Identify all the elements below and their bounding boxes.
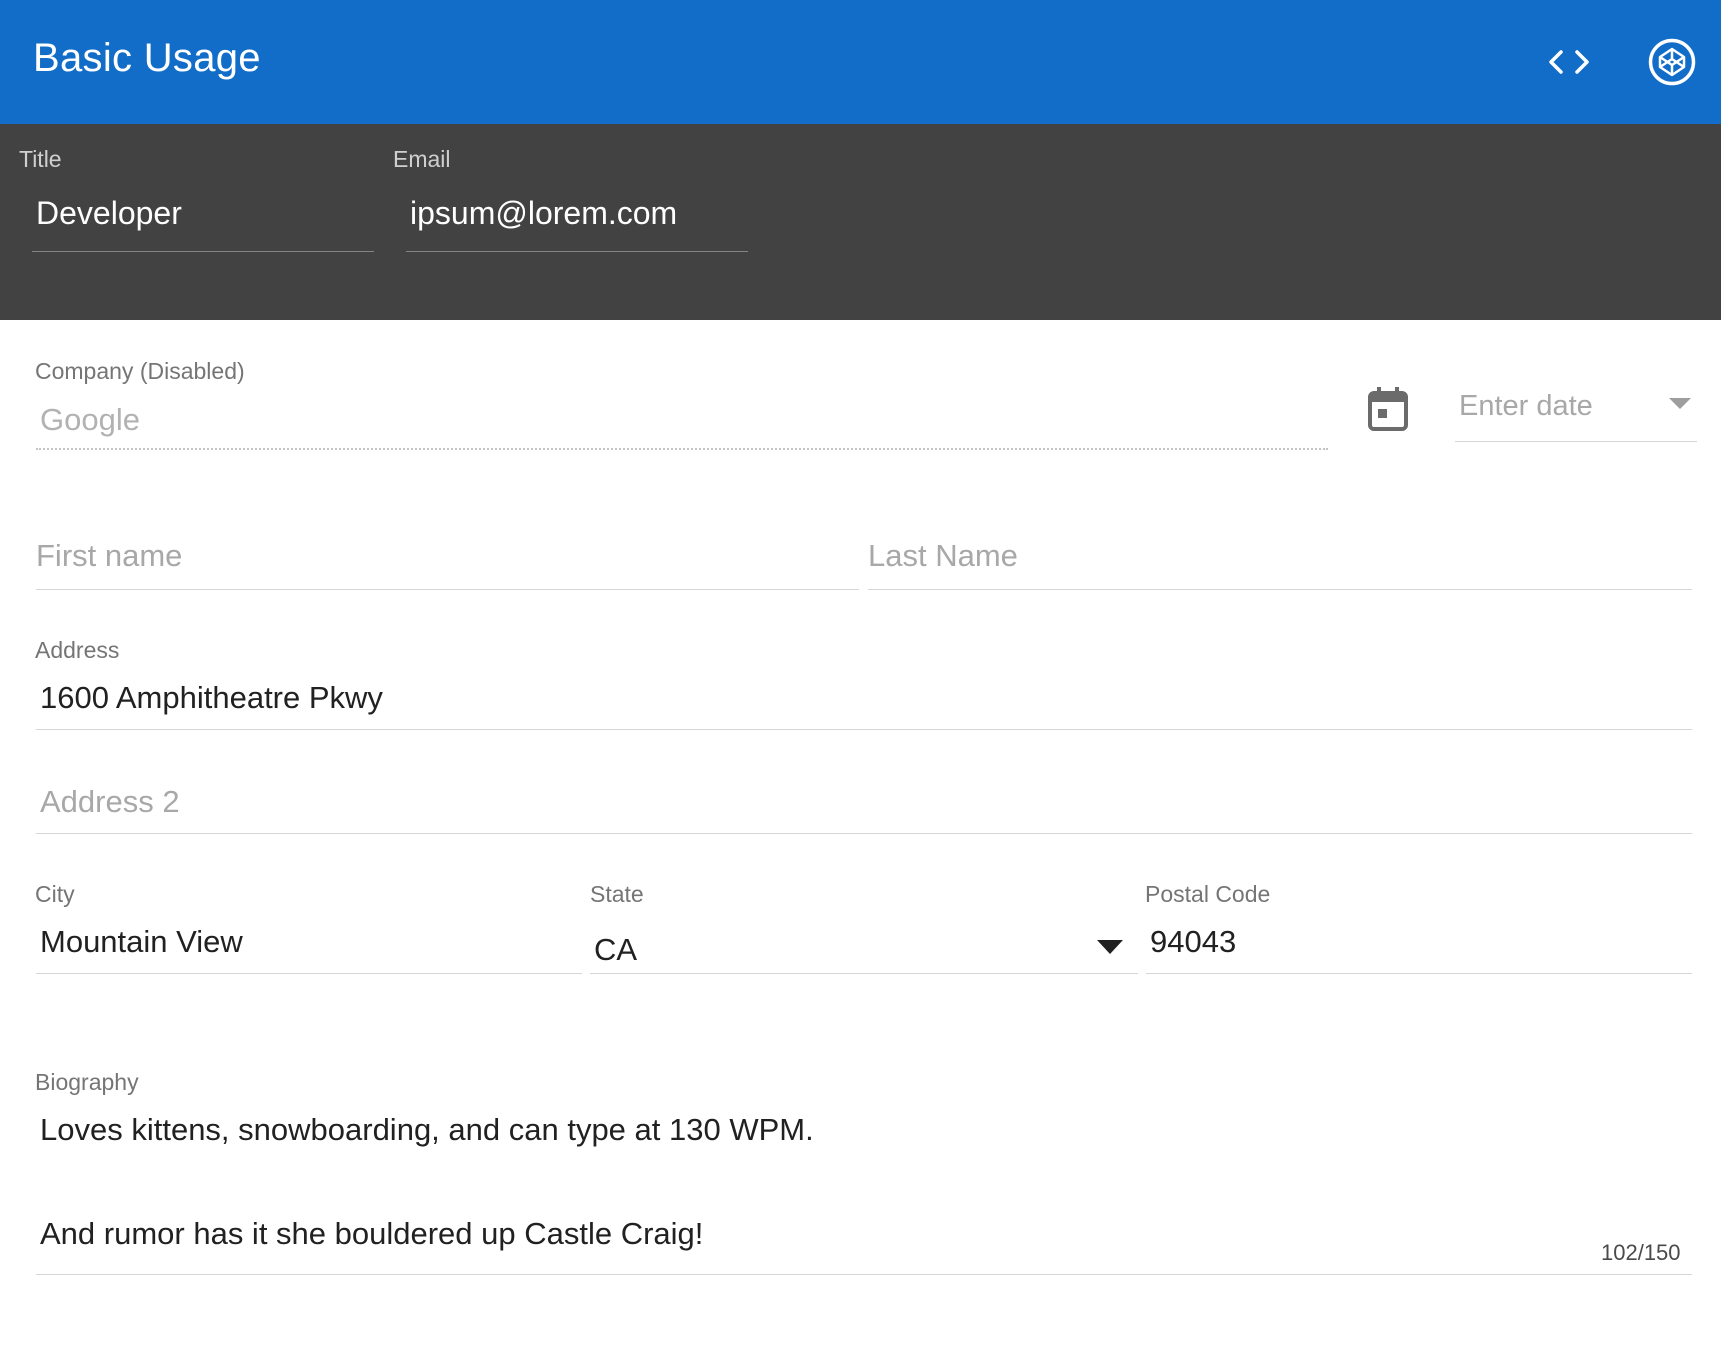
date-input[interactable]: Enter date <box>1455 390 1697 442</box>
last-name-input[interactable]: Last Name <box>868 538 1692 590</box>
biography-textarea[interactable]: Loves kittens, snowboarding, and can typ… <box>36 1100 1692 1275</box>
city-input[interactable]: Mountain View <box>36 924 582 974</box>
dark-input-section: Title Email <box>0 124 1721 320</box>
postal-code-input[interactable]: 94043 <box>1146 924 1692 974</box>
form-card: Basic Usage Title Email Company (Disable <box>0 0 1721 1352</box>
postal-code-label: Postal Code <box>1145 881 1271 907</box>
state-select[interactable]: CA <box>590 932 1138 974</box>
triangle-down-icon[interactable] <box>1669 398 1691 410</box>
biography-line: Loves kittens, snowboarding, and can typ… <box>40 1112 814 1147</box>
calendar-icon <box>1368 387 1408 431</box>
title-label: Title <box>19 146 62 172</box>
state-label: State <box>590 881 644 907</box>
toolbar-title: Basic Usage <box>33 36 261 80</box>
character-counter: 102/150 <box>1601 1240 1681 1265</box>
email-label: Email <box>393 146 451 172</box>
code-brackets-icon <box>1549 50 1589 74</box>
company-input-disabled: Google <box>36 402 1328 450</box>
address-label: Address <box>35 637 120 663</box>
biography-line: And rumor has it she bouldered up Castle… <box>40 1216 704 1251</box>
codepen-icon <box>1648 38 1696 86</box>
codepen-button[interactable] <box>1640 30 1704 94</box>
address-input[interactable]: 1600 Amphitheatre Pkwy <box>36 680 1692 730</box>
view-source-button[interactable] <box>1537 30 1601 94</box>
toolbar: Basic Usage <box>0 0 1721 124</box>
biography-label: Biography <box>35 1069 139 1095</box>
state-dropdown-icon[interactable] <box>1097 940 1123 955</box>
company-label: Company (Disabled) <box>35 358 245 384</box>
city-label: City <box>35 881 75 907</box>
biography-underline <box>36 1274 1692 1275</box>
title-input[interactable] <box>32 184 374 252</box>
email-input[interactable] <box>406 184 748 252</box>
date-picker-button[interactable] <box>1366 385 1410 435</box>
address2-input[interactable]: Address 2 <box>36 784 1692 834</box>
first-name-input[interactable]: First name <box>36 538 859 590</box>
